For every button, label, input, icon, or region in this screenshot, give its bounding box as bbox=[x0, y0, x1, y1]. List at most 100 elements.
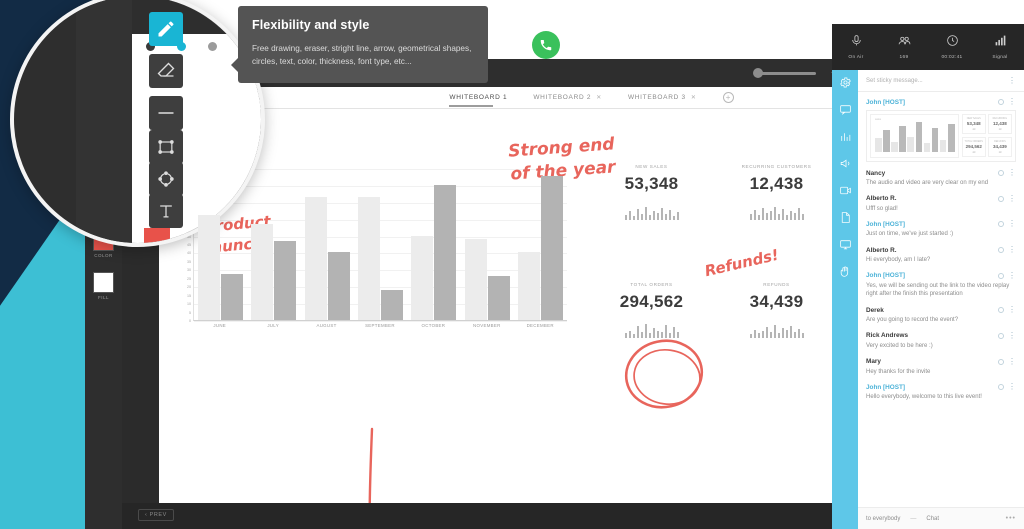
message-menu-icon[interactable]: ⋮ bbox=[1008, 98, 1016, 106]
thumbnail-kpi-label: NEW SALES bbox=[966, 117, 981, 120]
bar-group bbox=[357, 169, 403, 320]
status-microphone[interactable]: On Air bbox=[832, 24, 880, 70]
thickness-slider[interactable] bbox=[761, 72, 816, 75]
message-menu-icon[interactable]: ⋮ bbox=[1008, 357, 1016, 366]
close-icon[interactable]: ✕ bbox=[691, 94, 697, 101]
chat-message: Nancy ⋮ The audio and video are very clear… bbox=[866, 169, 1016, 188]
chat-message-author: Alberto R. bbox=[866, 246, 897, 254]
magnified-circle-tool[interactable] bbox=[149, 162, 183, 196]
thumbnail-kpi-value: 34,439 bbox=[993, 144, 1007, 149]
close-icon[interactable]: ✕ bbox=[596, 94, 602, 101]
sticky-menu-icon[interactable]: ⋮ bbox=[1008, 76, 1016, 85]
select-circle-icon[interactable] bbox=[998, 221, 1004, 228]
hand-icon[interactable] bbox=[839, 265, 852, 283]
magnified-text-tool[interactable] bbox=[149, 194, 183, 228]
bar-group bbox=[411, 169, 457, 320]
megaphone-icon[interactable] bbox=[839, 157, 852, 175]
bar-group bbox=[464, 169, 510, 320]
chat-message-author: John [HOST] bbox=[866, 272, 906, 280]
chat-message-author: Derek bbox=[866, 306, 884, 314]
select-circle-icon[interactable] bbox=[998, 332, 1004, 339]
chat-tab-label[interactable]: Chat bbox=[926, 516, 939, 522]
chat-icon[interactable] bbox=[839, 103, 852, 121]
magnified-rectangle-tool[interactable] bbox=[149, 130, 183, 164]
select-circle-icon[interactable] bbox=[998, 384, 1004, 391]
status-bar: On Air 169 00:02:41 Signal bbox=[832, 24, 1024, 70]
select-circle-icon[interactable] bbox=[998, 358, 1004, 365]
thumbnail-kpi-label: RECURRING bbox=[992, 117, 1008, 120]
chat-recipient[interactable]: to everybody bbox=[866, 516, 900, 522]
fill-swatch-group[interactable]: FILL bbox=[93, 272, 114, 300]
chat-message-header: John [HOST] ⋮ bbox=[866, 98, 1016, 106]
shared-slide-thumbnail[interactable]: sales NEW SALES 53,348 ılıılıl RECURRING 12,4… bbox=[866, 110, 1016, 162]
message-menu-icon[interactable]: ⋮ bbox=[1008, 220, 1016, 228]
message-menu-icon[interactable]: ⋮ bbox=[1008, 331, 1016, 340]
chat-message: John [HOST] ⋮ Hello everybody, welcome to … bbox=[866, 383, 1016, 402]
add-whiteboard-button[interactable]: + bbox=[722, 92, 734, 103]
whiteboard-tab-2[interactable]: WHITEBOARD 2 ✕ bbox=[533, 94, 602, 101]
chat-messages[interactable]: John [HOST] ⋮ sales NEW SALES 53,348 ılıılıl R… bbox=[858, 92, 1024, 507]
thumbnail-kpi-value: 294,562 bbox=[965, 144, 982, 149]
bar-group bbox=[251, 169, 297, 320]
clock-icon bbox=[946, 34, 959, 52]
file-icon[interactable] bbox=[839, 211, 852, 229]
message-menu-icon[interactable]: ⋮ bbox=[1008, 194, 1016, 203]
bar-light bbox=[198, 215, 221, 320]
thumbnail-bars bbox=[875, 122, 955, 152]
chat-message-header: Nancy ⋮ bbox=[866, 169, 1016, 177]
chat-message-actions: ⋮ bbox=[998, 98, 1016, 106]
message-menu-icon[interactable]: ⋮ bbox=[1008, 246, 1016, 254]
chat-message-actions: ⋮ bbox=[998, 194, 1016, 203]
screenshare-icon[interactable] bbox=[839, 238, 852, 256]
video-icon[interactable] bbox=[839, 184, 852, 202]
gear-icon[interactable] bbox=[839, 76, 852, 94]
message-menu-icon[interactable]: ⋮ bbox=[1008, 306, 1016, 314]
message-menu-icon[interactable]: ⋮ bbox=[1008, 169, 1016, 177]
sticky-message-bar[interactable]: Set sticky message... ⋮ bbox=[858, 70, 1024, 92]
status-clock[interactable]: 00:02:41 bbox=[928, 24, 976, 70]
magnified-pencil-tool[interactable] bbox=[149, 12, 183, 46]
magnified-line-tool[interactable] bbox=[149, 96, 183, 130]
select-circle-icon[interactable] bbox=[998, 99, 1004, 105]
panel-side-rail bbox=[832, 70, 858, 529]
chat-column: Set sticky message... ⋮ John [HOST] ⋮ sale… bbox=[858, 70, 1024, 529]
chat-message-header: Mary ⋮ bbox=[866, 357, 1016, 366]
chat-message-header: Derek ⋮ bbox=[866, 306, 1016, 314]
message-menu-icon[interactable]: ⋮ bbox=[1008, 271, 1016, 280]
message-menu-icon[interactable]: ⋮ bbox=[1008, 383, 1016, 391]
prev-button[interactable]: ‹ PREV bbox=[138, 509, 174, 521]
whiteboard-tab-1[interactable]: WHITEBOARD 1 bbox=[449, 94, 507, 107]
bar-group bbox=[517, 169, 563, 320]
status-label: 169 bbox=[899, 55, 909, 60]
live-event-panel: On Air 169 00:02:41 Signal Set sticky messa… bbox=[832, 24, 1024, 529]
chat-message: John [HOST] ⋮ Just on time, we've just sta… bbox=[866, 220, 1016, 239]
chat-more-icon[interactable]: ••• bbox=[1006, 515, 1016, 522]
call-button[interactable] bbox=[532, 31, 560, 59]
select-circle-icon[interactable] bbox=[998, 195, 1004, 202]
magnified-eraser-tool[interactable] bbox=[149, 54, 183, 88]
thumbnail-kpis: NEW SALES 53,348 ılıılıl RECURRING 12,438 ılı… bbox=[961, 114, 1012, 158]
sticky-message-input[interactable]: Set sticky message... bbox=[866, 78, 923, 84]
chat-message-actions: ⋮ bbox=[998, 331, 1016, 340]
select-circle-icon[interactable] bbox=[998, 247, 1004, 254]
select-circle-icon[interactable] bbox=[998, 307, 1004, 314]
stats-icon[interactable] bbox=[839, 130, 852, 148]
whiteboard-tab-3[interactable]: WHITEBOARD 3 ✕ bbox=[628, 94, 697, 101]
bar-dark bbox=[274, 240, 297, 320]
thumbnail-kpi-sparkline: ılıılıl bbox=[972, 150, 975, 154]
bar-light bbox=[304, 196, 327, 320]
chat-message: Alberto R. ⋮ Ufff so glad! bbox=[866, 194, 1016, 214]
chat-message-actions: ⋮ bbox=[998, 220, 1016, 228]
thumbnail-kpi: REFUNDS 34,439 ılıılıl bbox=[987, 137, 1012, 157]
bar-dark bbox=[540, 176, 563, 320]
chat-message-author: John [HOST] bbox=[866, 220, 906, 228]
select-circle-icon[interactable] bbox=[998, 272, 1004, 279]
status-signal[interactable]: Signal bbox=[976, 24, 1024, 70]
select-circle-icon[interactable] bbox=[998, 170, 1004, 176]
status-attendees[interactable]: 169 bbox=[880, 24, 928, 70]
chat-message-actions: ⋮ bbox=[998, 357, 1016, 366]
fill-swatch[interactable] bbox=[93, 272, 114, 293]
signal-icon bbox=[994, 34, 1007, 52]
chat-message-actions: ⋮ bbox=[998, 169, 1016, 177]
bar-dark bbox=[380, 289, 403, 320]
